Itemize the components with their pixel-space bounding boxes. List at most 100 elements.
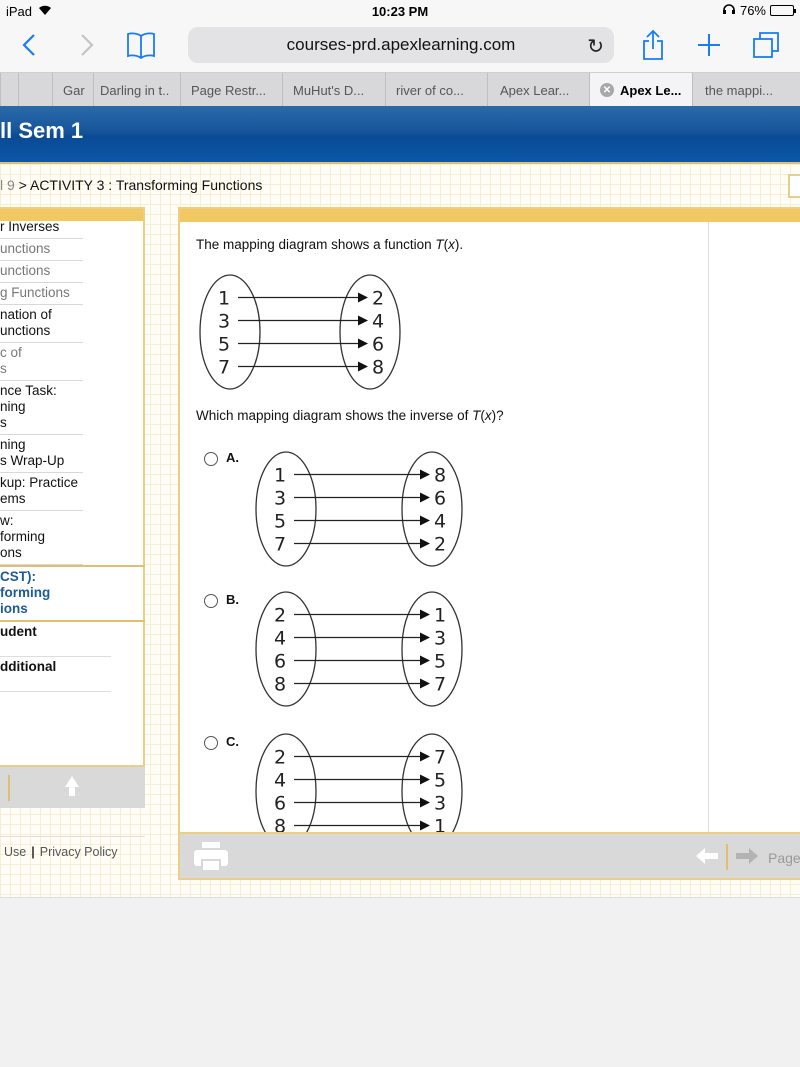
activity-nav-list: r Inverses unctions unctions g Functions na… [0,217,145,692]
battery-icon [770,5,796,16]
mapping-arrowhead [420,774,430,785]
course-header: ll Sem 1 [0,106,800,164]
range-value: 7 [434,674,446,696]
range-value: 4 [434,511,446,533]
tab-4[interactable]: river of co... [385,73,487,107]
nav-item-2[interactable]: unctions [0,261,83,283]
option-c-mapping-diagram: 2 7 4 5 6 3 8 1 [255,733,463,833]
option-b-radio[interactable] [204,594,218,608]
mapping-arrowhead [358,361,368,372]
nav-footer [0,765,145,808]
tab-3[interactable]: MuHut's D... [282,73,385,107]
mapping-arrowhead [420,751,430,762]
nav-item-12[interactable]: dditional [0,657,111,692]
domain-value: 3 [274,488,286,510]
option-b[interactable]: B. [204,592,239,608]
tab-7[interactable]: the mappi... [692,73,800,107]
breadcrumb-prefix[interactable]: l 9 [0,177,15,193]
tab-0[interactable]: Gar [52,73,93,107]
tab-collapsed[interactable] [0,73,18,107]
arrow-left-icon [696,848,718,864]
headphones-icon [722,3,736,18]
tab-5[interactable]: Apex Lear... [487,73,589,107]
printer-icon [194,842,228,871]
tab-2[interactable]: Page Restr... [180,73,282,107]
nav-item-9[interactable]: w: forming ons [0,511,83,565]
previous-page-button[interactable] [696,848,718,869]
clock: 10:23 PM [371,4,429,19]
mapping-arrowhead [420,538,430,549]
range-value: 8 [434,465,446,487]
domain-value: 4 [274,628,286,650]
share-button[interactable] [642,29,664,60]
tab-1[interactable]: Darling in t.. [93,73,180,107]
new-tab-button[interactable] [696,30,722,60]
nav-item-5[interactable]: c of s [0,343,83,381]
domain-value: 6 [274,793,286,815]
address-bar[interactable]: courses-prd.apexlearning.com ↻ [188,27,614,63]
option-a[interactable]: A. [204,450,239,466]
nav-item-0[interactable]: r Inverses [0,217,83,239]
range-oval [401,733,463,832]
close-tab-icon[interactable]: ✕ [600,83,614,97]
range-value: 4 [372,311,384,333]
back-button[interactable] [22,30,36,60]
domain-value: 1 [218,288,230,310]
nav-item-8[interactable]: kup: Practice ems [0,473,83,511]
prompt-end: . [459,237,464,252]
nav-item-11[interactable]: udent [0,622,111,657]
range-value: 1 [434,816,446,833]
next-page-button[interactable] [736,848,758,869]
reload-icon[interactable]: ↻ [587,34,604,59]
mapping-arrowhead [420,678,430,689]
nav-item-1[interactable]: unctions [0,239,83,261]
mapping-arrowhead [420,655,430,666]
mapping-arrowhead [420,492,430,503]
page-bottom-area [0,897,800,1067]
mapping-arrowhead [420,632,430,643]
forward-button[interactable] [80,30,94,60]
mapping-arrowhead [420,820,430,831]
domain-value: 7 [218,357,230,379]
browser-toolbar: courses-prd.apexlearning.com ↻ [0,22,800,72]
divider [726,844,728,870]
domain-value: 4 [274,770,286,792]
bookmarks-button[interactable] [126,30,156,60]
option-a-label: A. [226,450,239,465]
tab-label: Apex Lear... [500,82,570,98]
mapping-arrowhead [358,315,368,326]
terms-of-use-link[interactable]: Use [4,845,26,859]
nav-item-4[interactable]: nation of unctions [0,305,83,343]
option-a-radio[interactable] [204,452,218,466]
mapping-arrowhead [420,469,430,480]
nav-item-10[interactable]: CST): forming ions [0,565,145,622]
function-variable: x [448,237,455,252]
range-oval [401,451,463,567]
nav-item-3[interactable]: g Functions [0,283,83,305]
mapping-arrowhead [358,292,368,303]
breadcrumb-side-button[interactable] [788,174,800,198]
mapping-arrowhead [358,338,368,349]
domain-value: 5 [274,511,286,533]
function-name: T [435,237,444,252]
option-c-clip: 2 7 4 5 6 3 8 1 [180,729,706,832]
tab-label: the mappi... [705,82,773,98]
tab-label: Page Restr... [191,82,267,98]
url-text: courses-prd.apexlearning.com [286,35,516,54]
option-a-mapping-diagram: 1 8 3 6 5 4 7 2 [255,451,463,567]
breadcrumb-current: > ACTIVITY 3 : Transforming Functions [14,177,263,193]
tab-6-active[interactable]: ✕ Apex Le... [589,73,692,107]
print-button[interactable] [194,842,228,872]
privacy-policy-link[interactable]: Privacy Policy [40,845,118,859]
status-bar: iPad 10:23 PM 76% [0,0,800,22]
mapping-arrowhead [420,797,430,808]
battery-percent: 76% [739,3,766,18]
scroll-up-icon[interactable] [64,775,80,804]
tabs-overview-button[interactable] [752,30,780,60]
divider: | [31,845,35,859]
nav-item-7[interactable]: ning s Wrap-Up [0,435,83,473]
nav-item-6[interactable]: nce Task: ning s [0,381,83,435]
function-name: T [472,408,481,423]
footer-links: Use | Privacy Policy [0,836,145,859]
tab-collapsed[interactable] [18,73,52,107]
